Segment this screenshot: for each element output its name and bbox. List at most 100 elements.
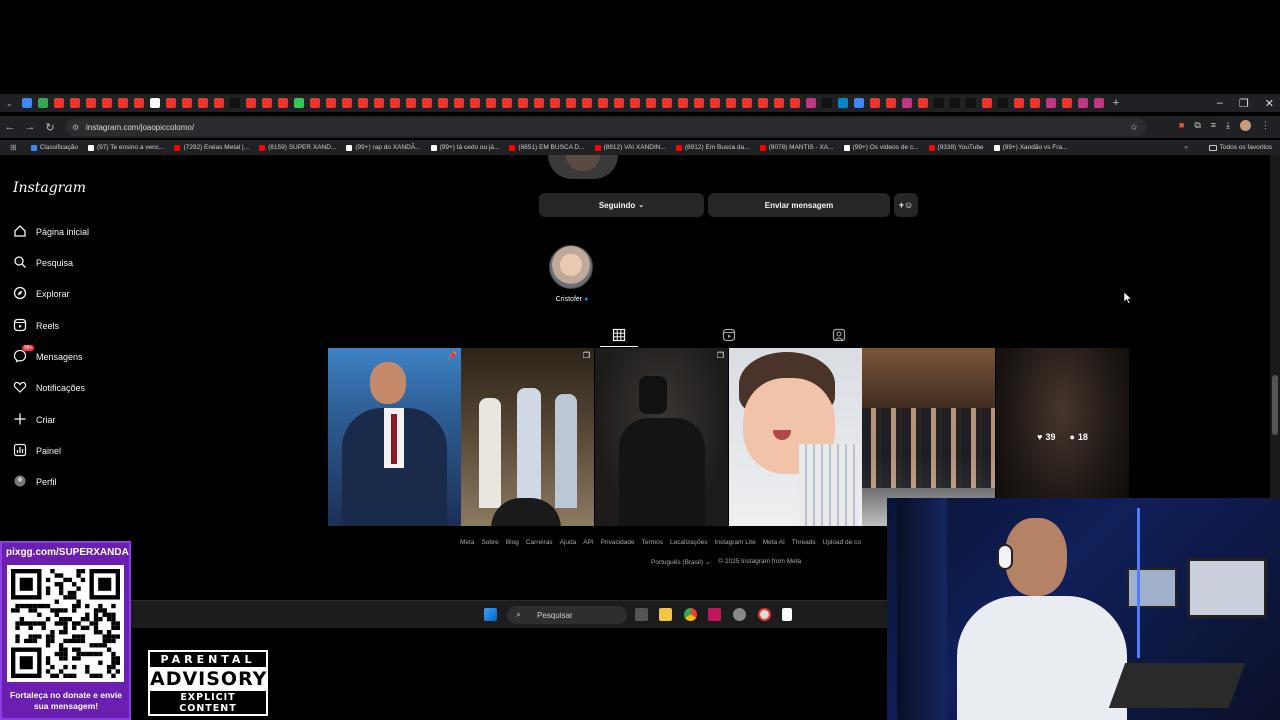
sidebar-item-compass[interactable]: Explorar: [13, 286, 70, 302]
footer-link[interactable]: Instagram Lite: [715, 539, 756, 546]
browser-tab[interactable]: [101, 98, 112, 108]
browser-tab[interactable]: [933, 98, 944, 108]
extension-icon[interactable]: ■: [1179, 120, 1184, 131]
browser-tab[interactable]: [277, 98, 288, 108]
browser-tab[interactable]: [133, 98, 144, 108]
browser-tab[interactable]: [917, 98, 928, 108]
browser-tab[interactable]: [37, 98, 48, 108]
browser-tab[interactable]: [517, 98, 528, 108]
maximize-icon[interactable]: ❐: [1239, 97, 1249, 110]
browser-tab[interactable]: [581, 98, 592, 108]
story-highlight-avatar[interactable]: [549, 245, 593, 289]
footer-link[interactable]: API: [583, 539, 593, 546]
sidebar-item-search[interactable]: Pesquisa: [13, 255, 73, 271]
apps-grid-icon[interactable]: ⊞: [10, 143, 17, 152]
following-button[interactable]: Seguindo ⌄: [539, 193, 704, 217]
browser-tab[interactable]: [773, 98, 784, 108]
browser-tab[interactable]: [741, 98, 752, 108]
sidebar-item-heart[interactable]: Notificações: [13, 380, 85, 396]
browser-tab[interactable]: [245, 98, 256, 108]
browser-tab[interactable]: [373, 98, 384, 108]
bookmark-item[interactable]: (99+) rap do XANDÃ...: [346, 144, 421, 151]
bookmark-item[interactable]: (97) Te ensino a venc...: [88, 144, 164, 151]
bookmark-item[interactable]: (8159) SUPER XAND...: [259, 144, 336, 151]
bookmark-item[interactable]: Classificação: [30, 144, 78, 151]
browser-tab[interactable]: [213, 98, 224, 108]
media-icon[interactable]: ≡: [1211, 120, 1216, 131]
browser-tab[interactable]: [1013, 98, 1024, 108]
browser-tab[interactable]: [597, 98, 608, 108]
scroll-thumb[interactable]: [1272, 375, 1278, 435]
browser-tab[interactable]: [389, 98, 400, 108]
browser-tab[interactable]: [613, 98, 624, 108]
browser-tab[interactable]: [693, 98, 704, 108]
close-icon[interactable]: ✕: [1265, 97, 1274, 110]
post-tile[interactable]: 📌: [328, 348, 461, 526]
new-tab-icon[interactable]: +: [1113, 97, 1119, 109]
post-tile[interactable]: ❐: [461, 348, 594, 526]
bookmark-item[interactable]: (7292) Enéas Metal |...: [174, 144, 249, 151]
browser-tab[interactable]: [325, 98, 336, 108]
bookmark-item[interactable]: (99+) Os vídeos de c...: [843, 144, 919, 151]
footer-link[interactable]: Blog: [506, 539, 519, 546]
browser-tab[interactable]: [165, 98, 176, 108]
browser-tab[interactable]: [469, 98, 480, 108]
browser-tab[interactable]: [981, 98, 992, 108]
browser-tab[interactable]: [677, 98, 688, 108]
bookmark-star-icon[interactable]: ☆: [1130, 122, 1138, 133]
all-favorites-folder[interactable]: Todos os favoritos: [1208, 144, 1272, 151]
browser-tab[interactable]: [949, 98, 960, 108]
footer-link[interactable]: Upload de co: [823, 539, 861, 546]
browser-tab[interactable]: [485, 98, 496, 108]
tab-search-icon[interactable]: ⌄: [6, 99, 13, 108]
browser-tab[interactable]: [21, 98, 32, 108]
back-icon[interactable]: ←: [0, 121, 20, 133]
post-tile[interactable]: [729, 348, 862, 526]
reels-tab-icon[interactable]: [722, 328, 736, 342]
tagged-tab-icon[interactable]: [832, 328, 846, 342]
send-message-button[interactable]: Enviar mensagem: [708, 193, 890, 217]
bookmark-item[interactable]: (8912) Em Busca da...: [675, 144, 750, 151]
sidebar-item-messenger[interactable]: 99+ Mensagens: [13, 345, 83, 365]
app-icon[interactable]: [758, 608, 771, 621]
tab-list[interactable]: +: [19, 97, 1119, 109]
url-input[interactable]: ⚙ instagram.com/joaopiccolomo/ ☆: [66, 118, 1146, 136]
footer-link[interactable]: Meta AI: [763, 539, 785, 546]
menu-kebab-icon[interactable]: ⋮: [1261, 120, 1270, 131]
sidebar-item-chart[interactable]: Painel: [13, 443, 61, 459]
footer-link[interactable]: Termos: [642, 539, 663, 546]
instagram-logo[interactable]: Instagram: [13, 180, 86, 196]
browser-tab[interactable]: [341, 98, 352, 108]
sidebar-item-reels[interactable]: Reels: [13, 318, 59, 334]
browser-tab[interactable]: [421, 98, 432, 108]
start-icon[interactable]: [484, 608, 497, 621]
site-info-icon[interactable]: ⚙: [72, 123, 79, 132]
browser-tab[interactable]: [885, 98, 896, 108]
browser-tab[interactable]: [805, 98, 816, 108]
browser-tab[interactable]: [757, 98, 768, 108]
browser-tab[interactable]: [565, 98, 576, 108]
browser-tab[interactable]: [85, 98, 96, 108]
footer-link[interactable]: Carreiras: [526, 539, 553, 546]
browser-tab[interactable]: [309, 98, 320, 108]
minimize-icon[interactable]: –: [1217, 97, 1223, 109]
browser-tab[interactable]: [997, 98, 1008, 108]
sidebar-item-home[interactable]: Página inicial: [13, 224, 89, 240]
bookmark-item[interactable]: (8851) EM BUSCA D...: [509, 144, 585, 151]
download-icon[interactable]: ⤓: [1226, 120, 1230, 131]
browser-tab[interactable]: [197, 98, 208, 108]
suggested-users-button[interactable]: +☺: [894, 193, 918, 217]
taskbar-search-box[interactable]: ⌕ Pesquisar: [507, 606, 627, 624]
browser-tab[interactable]: [437, 98, 448, 108]
bookmark-item[interactable]: (9338) YouTube: [928, 144, 984, 151]
app-icon[interactable]: [708, 608, 721, 621]
browser-tab[interactable]: [853, 98, 864, 108]
browser-tab[interactable]: [901, 98, 912, 108]
browser-tab[interactable]: [789, 98, 800, 108]
posts-grid-icon[interactable]: [612, 328, 626, 342]
footer-link[interactable]: Sobre: [481, 539, 498, 546]
reload-icon[interactable]: ↻: [40, 121, 60, 134]
browser-tab[interactable]: [645, 98, 656, 108]
post-tile[interactable]: ❐: [595, 348, 728, 526]
bookmark-item[interactable]: (8912) VAI XANDIN...: [594, 144, 666, 151]
